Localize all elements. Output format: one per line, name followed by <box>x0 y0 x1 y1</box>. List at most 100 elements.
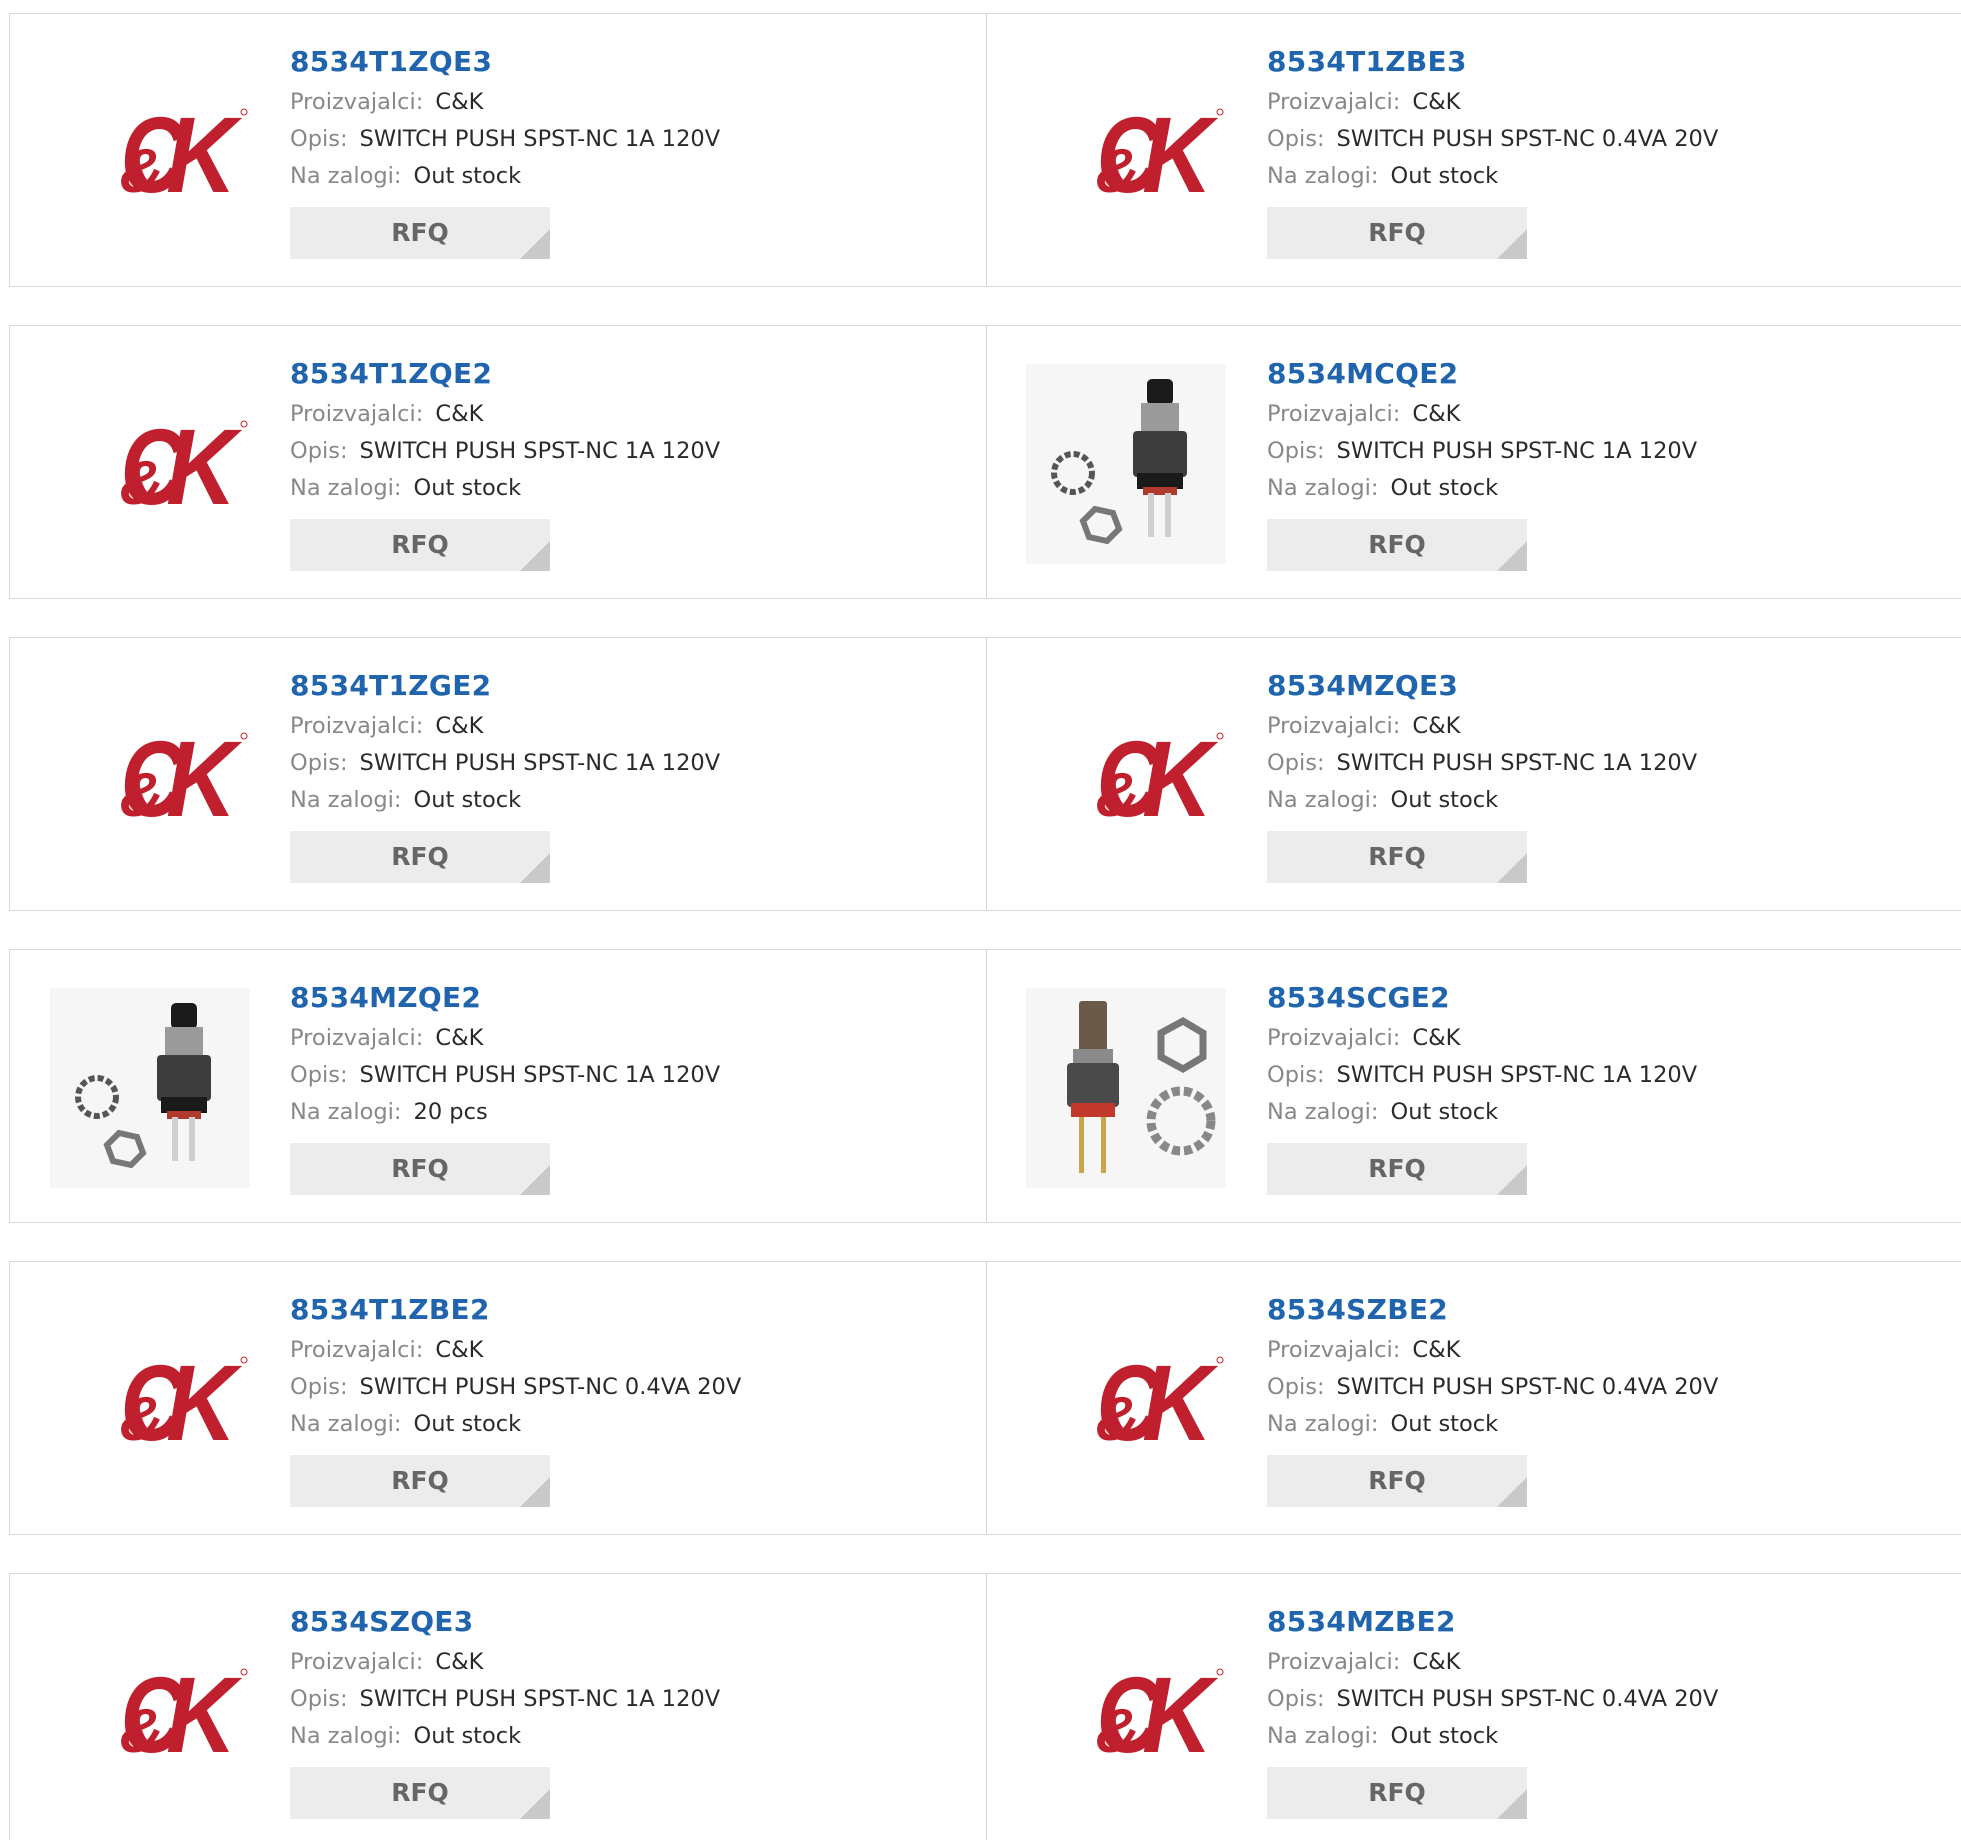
description-line: Opis: SWITCH PUSH SPST-NC 0.4VA 20V <box>1267 121 1718 158</box>
stock-label: Na zalogi: <box>290 1099 402 1125</box>
description-label: Opis: <box>290 1062 348 1088</box>
stock-line: Na zalogi: Out stock <box>1267 1718 1718 1755</box>
manufacturer-label: Proizvajalci: <box>290 89 424 115</box>
ck-logo[interactable]: C & K <box>50 52 250 252</box>
stock-value: Out stock <box>1390 475 1499 501</box>
manufacturer-value: C&K <box>435 89 484 115</box>
rfq-button[interactable]: RFQ <box>290 1143 550 1195</box>
svg-text:&: & <box>1096 1385 1141 1454</box>
rfq-label: RFQ <box>1368 530 1426 559</box>
svg-text:K: K <box>1142 1342 1219 1460</box>
svg-text:K: K <box>166 718 243 836</box>
product-row: C & K 8534SZQE3 Proizvajalci: C&K Opis: SW… <box>9 1573 1961 1840</box>
product-info: 8534T1ZQE3 Proizvajalci: C&K Opis: SWITCH … <box>290 44 720 259</box>
rfq-label: RFQ <box>391 530 449 559</box>
product-photo[interactable] <box>50 988 250 1188</box>
rfq-button[interactable]: RFQ <box>290 1455 550 1507</box>
part-number-link[interactable]: 8534SZBE2 <box>1267 1292 1718 1332</box>
part-number-link[interactable]: 8534T1ZBE2 <box>290 1292 741 1332</box>
manufacturer-value: C&K <box>1412 1025 1461 1051</box>
ck-logo[interactable]: C & K <box>50 676 250 876</box>
stock-label: Na zalogi: <box>290 163 402 189</box>
stock-line: Na zalogi: Out stock <box>290 1406 741 1443</box>
ck-logo[interactable]: C & K <box>50 1612 250 1812</box>
ck-logo[interactable]: C & K <box>1026 52 1226 252</box>
svg-text:K: K <box>166 1342 243 1460</box>
corner-triangle-icon <box>1497 1165 1527 1195</box>
rfq-button[interactable]: RFQ <box>290 207 550 259</box>
product-card: 8534MZQE2 Proizvajalci: C&K Opis: SWITCH P… <box>9 950 987 1222</box>
part-number-link[interactable]: 8534T1ZGE2 <box>290 668 720 708</box>
description-line: Opis: SWITCH PUSH SPST-NC 0.4VA 20V <box>1267 1369 1718 1406</box>
product-card: C & K 8534T1ZBE2 Proizvajalci: C&K Opis: S… <box>9 1262 987 1534</box>
ck-logo[interactable]: C & K <box>50 364 250 564</box>
manufacturer-value: C&K <box>435 1337 484 1363</box>
rfq-label: RFQ <box>1368 1778 1426 1807</box>
stock-line: Na zalogi: Out stock <box>1267 782 1697 819</box>
rfq-button[interactable]: RFQ <box>1267 519 1527 571</box>
part-number-link[interactable]: 8534T1ZBE3 <box>1267 44 1718 84</box>
stock-value: Out stock <box>1390 1411 1499 1437</box>
product-info: 8534T1ZBE2 Proizvajalci: C&K Opis: SWITCH … <box>290 1292 741 1507</box>
manufacturer-value: C&K <box>1412 1649 1461 1675</box>
stock-value: Out stock <box>413 1411 522 1437</box>
manufacturer-label: Proizvajalci: <box>290 401 424 427</box>
part-number-link[interactable]: 8534T1ZQE3 <box>290 44 720 84</box>
rfq-button[interactable]: RFQ <box>1267 207 1527 259</box>
rfq-button[interactable]: RFQ <box>290 519 550 571</box>
manufacturer-label: Proizvajalci: <box>1267 1025 1401 1051</box>
rfq-button[interactable]: RFQ <box>1267 831 1527 883</box>
description-line: Opis: SWITCH PUSH SPST-NC 1A 120V <box>1267 1057 1697 1094</box>
manufacturer-label: Proizvajalci: <box>1267 1649 1401 1675</box>
product-row: C & K 8534T1ZGE2 Proizvajalci: C&K Opis: S… <box>9 637 1961 911</box>
stock-value: Out stock <box>1390 1723 1499 1749</box>
ck-logo[interactable]: C & K <box>1026 1612 1226 1812</box>
description-line: Opis: SWITCH PUSH SPST-NC 1A 120V <box>290 1681 720 1718</box>
manufacturer-value: C&K <box>1412 401 1461 427</box>
description-label: Opis: <box>290 1374 348 1400</box>
description-value: SWITCH PUSH SPST-NC 0.4VA 20V <box>359 1374 742 1400</box>
description-value: SWITCH PUSH SPST-NC 1A 120V <box>359 1062 721 1088</box>
description-line: Opis: SWITCH PUSH SPST-NC 1A 120V <box>290 121 720 158</box>
product-info: 8534SZBE2 Proizvajalci: C&K Opis: SWITCH P… <box>1267 1292 1718 1507</box>
stock-line: Na zalogi: 20 pcs <box>290 1094 720 1131</box>
part-number-link[interactable]: 8534MZBE2 <box>1267 1604 1718 1644</box>
rfq-label: RFQ <box>1368 218 1426 247</box>
ck-logo[interactable]: C & K <box>1026 1300 1226 1500</box>
manufacturer-value: C&K <box>1412 1337 1461 1363</box>
product-photo[interactable] <box>1026 364 1226 564</box>
description-value: SWITCH PUSH SPST-NC 1A 120V <box>359 1686 721 1712</box>
rfq-button[interactable]: RFQ <box>290 1767 550 1819</box>
rfq-button[interactable]: RFQ <box>1267 1767 1527 1819</box>
rfq-label: RFQ <box>391 842 449 871</box>
manufacturer-value: C&K <box>1412 89 1461 115</box>
corner-triangle-icon <box>1497 853 1527 883</box>
manufacturer-label: Proizvajalci: <box>290 1337 424 1363</box>
product-photo[interactable] <box>1026 988 1226 1188</box>
manufacturer-value: C&K <box>435 1025 484 1051</box>
part-number-link[interactable]: 8534SZQE3 <box>290 1604 720 1644</box>
ck-logo[interactable]: C & K <box>1026 676 1226 876</box>
description-line: Opis: SWITCH PUSH SPST-NC 1A 120V <box>290 1057 720 1094</box>
stock-value: Out stock <box>413 1723 522 1749</box>
rfq-button[interactable]: RFQ <box>1267 1455 1527 1507</box>
manufacturer-label: Proizvajalci: <box>1267 401 1401 427</box>
stock-line: Na zalogi: Out stock <box>290 782 720 819</box>
part-number-link[interactable]: 8534SCGE2 <box>1267 980 1697 1020</box>
rfq-label: RFQ <box>391 1778 449 1807</box>
part-number-link[interactable]: 8534MZQE3 <box>1267 668 1697 708</box>
rfq-button[interactable]: RFQ <box>1267 1143 1527 1195</box>
rfq-button[interactable]: RFQ <box>290 831 550 883</box>
product-row: C & K 8534T1ZQE2 Proizvajalci: C&K Opis: S… <box>9 325 1961 599</box>
ck-logo[interactable]: C & K <box>50 1300 250 1500</box>
manufacturer-line: Proizvajalci: C&K <box>290 1644 720 1681</box>
svg-text:K: K <box>166 406 243 524</box>
product-card: C & K 8534T1ZQE2 Proizvajalci: C&K Opis: S… <box>9 326 987 598</box>
manufacturer-line: Proizvajalci: C&K <box>1267 1644 1718 1681</box>
rfq-label: RFQ <box>391 1154 449 1183</box>
part-number-link[interactable]: 8534MCQE2 <box>1267 356 1697 396</box>
part-number-link[interactable]: 8534MZQE2 <box>290 980 720 1020</box>
stock-line: Na zalogi: Out stock <box>290 158 720 195</box>
svg-text:K: K <box>1142 718 1219 836</box>
part-number-link[interactable]: 8534T1ZQE2 <box>290 356 720 396</box>
